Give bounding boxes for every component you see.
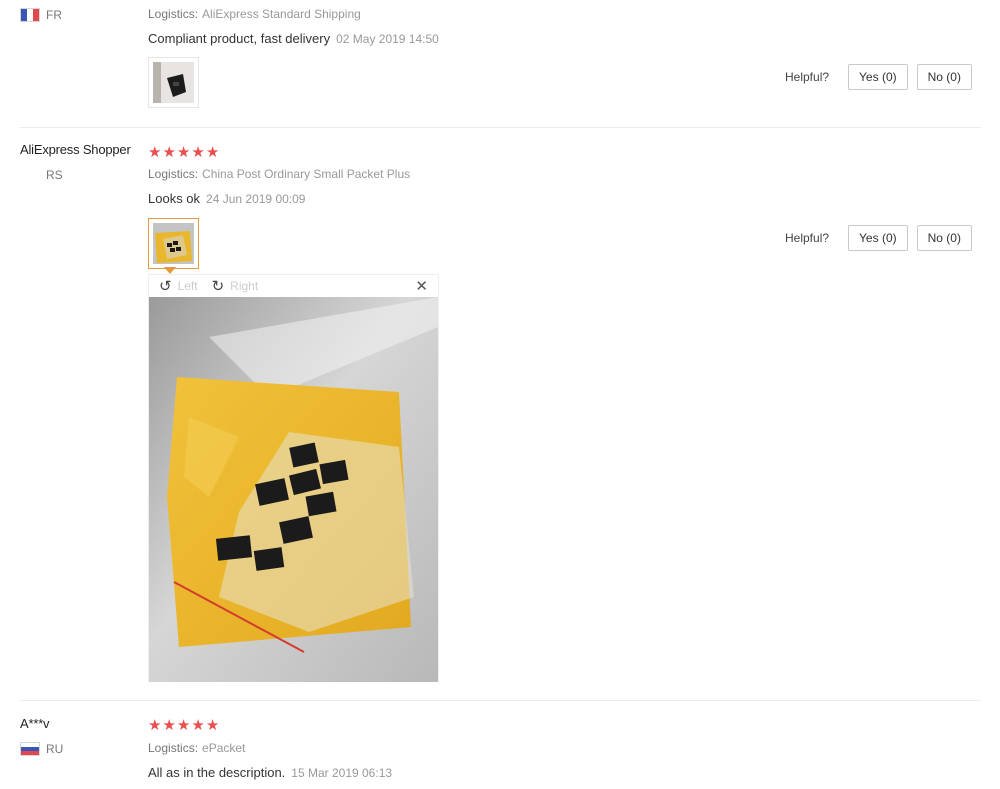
close-icon[interactable]: ✕	[415, 277, 428, 295]
country-code: RU	[46, 742, 64, 756]
logistics-label: Logistics:	[148, 167, 199, 181]
star-icon: ★	[162, 144, 176, 161]
logistics-line: Logistics: ePacket	[148, 741, 245, 755]
russia-flag-icon	[20, 742, 40, 756]
feedback-text: Looks ok	[148, 191, 201, 206]
feedback-text: Compliant product, fast delivery	[148, 31, 331, 46]
logistics-line: Logistics: AliExpress Standard Shipping	[148, 7, 361, 21]
rotate-left-button[interactable]: ↺ Left	[159, 277, 198, 295]
photo-viewer-toolbar: ↺ Left ↻ Right ✕	[149, 275, 438, 297]
star-icon: ★	[148, 144, 162, 161]
france-flag-icon	[20, 8, 40, 22]
reviewer-name: AliExpress Shopper	[20, 142, 131, 157]
logistics-value: ePacket	[202, 741, 246, 755]
feedback-text: All as in the description.	[148, 765, 286, 780]
logistics-line: Logistics: China Post Ordinary Small Pack…	[148, 167, 410, 181]
review-text: All as in the description. 15 Mar 2019 06…	[148, 765, 392, 780]
star-icon: ★	[176, 717, 191, 734]
review-date: 15 Mar 2019 06:13	[291, 766, 393, 780]
review-photo-thumbnail[interactable]	[148, 57, 199, 108]
rotate-right-label: Right	[230, 279, 259, 293]
review-date: 02 May 2019 14:50	[336, 32, 439, 46]
review-divider	[20, 127, 981, 128]
reviewer-name: A***v	[20, 716, 50, 731]
star-icon: ★	[148, 717, 162, 734]
logistics-label: Logistics:	[148, 7, 199, 21]
reviewer-country: RS	[26, 168, 63, 182]
review-text: Looks ok 24 Jun 2019 00:09	[148, 191, 305, 206]
review-photo-large	[149, 297, 438, 682]
review-divider	[20, 700, 981, 701]
rotate-left-label: Left	[177, 279, 198, 293]
helpful-label: Helpful?	[785, 231, 830, 245]
photo-thumbnail-image	[153, 223, 194, 264]
logistics-value: China Post Ordinary Small Packet Plus	[202, 167, 411, 181]
helpful-vote-group: Helpful? Yes (0) No (0)	[785, 225, 972, 251]
logistics-value: AliExpress Standard Shipping	[202, 7, 361, 21]
star-icon: ★	[191, 717, 205, 734]
star-icon: ★	[205, 717, 220, 734]
country-code: RS	[46, 168, 63, 182]
rotate-left-icon: ↺	[159, 278, 172, 295]
star-rating: ★ ★ ★ ★ ★	[148, 145, 219, 160]
photo-thumbnail-image	[153, 62, 194, 103]
star-rating: ★ ★ ★ ★ ★	[148, 718, 219, 733]
rotate-right-icon: ↻	[211, 278, 225, 295]
reviewer-country: FR	[20, 8, 62, 22]
vote-yes-button[interactable]: Yes (0)	[848, 64, 908, 90]
country-code: FR	[46, 8, 62, 22]
helpful-label: Helpful?	[785, 70, 830, 84]
star-icon: ★	[191, 144, 205, 161]
review-photo-thumbnail-active[interactable]	[148, 218, 199, 269]
star-icon: ★	[162, 717, 176, 734]
review-text: Compliant product, fast delivery 02 May 2…	[148, 31, 439, 46]
star-icon: ★	[205, 144, 220, 161]
reviewer-country: RU	[20, 742, 63, 756]
logistics-label: Logistics:	[148, 741, 199, 755]
vote-yes-button[interactable]: Yes (0)	[848, 225, 908, 251]
review-date: 24 Jun 2019 00:09	[206, 192, 306, 206]
reviews-page: FR Logistics: AliExpress Standard Shippin…	[0, 0, 1000, 789]
photo-viewer: ↺ Left ↻ Right ✕	[148, 274, 439, 682]
thumbnail-pointer-caret	[164, 267, 176, 274]
vote-no-button[interactable]: No (0)	[916, 64, 972, 90]
rotate-right-button[interactable]: ↻ Right	[212, 277, 259, 295]
star-icon: ★	[176, 144, 191, 161]
helpful-vote-group: Helpful? Yes (0) No (0)	[785, 64, 972, 90]
vote-no-button[interactable]: No (0)	[916, 225, 972, 251]
